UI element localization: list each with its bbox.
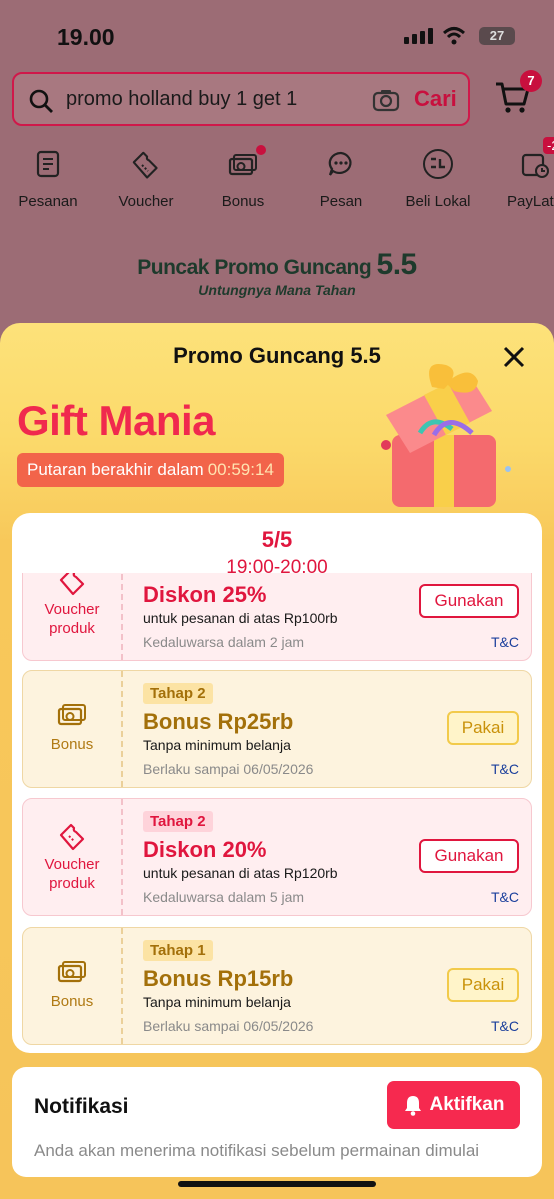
paylater-icon — [521, 153, 549, 178]
cart-button[interactable]: 7 — [494, 70, 542, 119]
cash-icon — [228, 154, 257, 176]
cash-icon — [57, 704, 86, 726]
stage-badge: Tahap 2 — [143, 683, 213, 704]
voucher-condition: Tanpa minimum belanja — [143, 737, 291, 753]
status-time: 19.00 — [57, 24, 115, 50]
notification-dot — [256, 145, 266, 155]
notification-title: Notifikasi — [34, 1095, 129, 1118]
gift-box-icon — [381, 363, 511, 507]
ticket-icon — [59, 823, 85, 851]
quick-item-label: PayLater — [507, 193, 554, 210]
cart-badge: 7 — [520, 70, 542, 92]
tc-link[interactable]: T&C — [491, 761, 519, 777]
voucher-type-label: Voucher produk — [44, 601, 100, 637]
use-bonus-button[interactable]: Pakai — [447, 711, 519, 745]
quick-item-paylater[interactable]: -20 PayLater — [491, 137, 554, 210]
quick-item-label: Pesanan — [18, 193, 78, 210]
voucher-condition: Tanpa minimum belanja — [143, 994, 291, 1010]
promo-banner[interactable]: Puncak Promo Guncang 5.5 Untungnya Mana … — [132, 248, 422, 308]
search-bar[interactable]: promo holland buy 1 get 1 Cari — [12, 72, 470, 126]
battery-icon: 27 — [479, 27, 515, 45]
search-icon — [29, 89, 53, 113]
order-list-icon — [36, 150, 60, 178]
voucher-list[interactable]: Voucher produk Diskon 25% untuk pesanan … — [12, 573, 542, 1053]
activate-notification-button[interactable]: Aktifkan — [387, 1081, 520, 1129]
tc-link[interactable]: T&C — [491, 634, 519, 650]
voucher-amount: Bonus Rp15rb — [143, 966, 294, 991]
use-bonus-button[interactable]: Pakai — [447, 968, 519, 1002]
stage-badge: Tahap 2 — [143, 811, 213, 832]
activate-button-label: Aktifkan — [429, 1094, 505, 1115]
quick-item-beli-lokal[interactable]: Beli Lokal — [393, 145, 483, 210]
quick-item-pesan[interactable]: Pesan — [296, 145, 386, 210]
ticket-icon — [59, 573, 85, 596]
round-timer: Putaran berakhir dalam 00:59:14 — [17, 453, 284, 487]
gift-mania-sheet: Promo Guncang 5.5 Gift Mania Putaran ber… — [0, 323, 554, 1199]
status-bar: 19.00 27 — [0, 22, 554, 52]
banner-title-b: Promo Guncang — [214, 256, 372, 279]
voucher-expiry: Berlaku sampai 06/05/2026 — [143, 761, 314, 777]
voucher-amount: Diskon 25% — [143, 582, 267, 607]
gift-mania-headline: Gift Mania — [17, 397, 216, 444]
voucher-card: 5/5 19:00-20:00 Voucher produk Diskon 25… — [12, 513, 542, 1053]
quick-item-pesanan[interactable]: Pesanan — [3, 145, 93, 210]
paylater-badge: -20 — [543, 137, 554, 154]
wifi-icon — [442, 27, 466, 45]
voucher-condition: untuk pesanan di atas Rp100rb — [143, 610, 338, 626]
voucher-type-label: Bonus — [50, 736, 94, 753]
tc-link[interactable]: T&C — [491, 1018, 519, 1034]
home-indicator[interactable] — [178, 1181, 376, 1187]
round-indicator: 5/5 — [261, 527, 293, 552]
tc-link[interactable]: T&C — [491, 889, 519, 905]
camera-icon[interactable] — [372, 88, 400, 112]
voucher-amount: Bonus Rp25rb — [143, 709, 294, 734]
quick-item-bonus[interactable]: Bonus — [198, 145, 288, 210]
voucher-expiry: Kedaluwarsa dalam 2 jam — [143, 634, 305, 650]
voucher-type-label: Bonus — [50, 993, 94, 1010]
timer-value: 00:59:14 — [207, 460, 274, 479]
banner-title-a: Puncak — [137, 256, 209, 279]
ticket-icon — [132, 151, 158, 179]
voucher-amount: Diskon 20% — [143, 837, 267, 862]
quick-item-label: Bonus — [221, 193, 265, 210]
quick-item-voucher[interactable]: Voucher — [101, 145, 191, 210]
cellular-signal-icon — [404, 28, 433, 44]
voucher-condition: untuk pesanan di atas Rp120rb — [143, 865, 338, 881]
banner-title-num: 5.5 — [376, 248, 418, 281]
banner-tagline: Untungnya Mana Tahan — [198, 282, 356, 298]
use-voucher-button[interactable]: Gunakan — [419, 839, 519, 873]
voucher-expiry: Berlaku sampai 06/05/2026 — [143, 1018, 314, 1034]
background-page: 19.00 27 promo holland buy 1 get 1 Cari … — [0, 0, 554, 360]
bell-icon — [404, 1096, 421, 1116]
stage-badge: Tahap 1 — [143, 940, 213, 961]
beli-lokal-icon — [423, 149, 453, 179]
cash-icon — [57, 961, 86, 983]
notification-description: Anda akan menerima notifikasi sebelum pe… — [34, 1141, 480, 1160]
voucher-item: Voucher produk Tahap 2 Diskon 20% untuk … — [22, 798, 532, 916]
search-input[interactable]: promo holland buy 1 get 1 — [66, 88, 297, 111]
chat-bubble-icon — [328, 151, 352, 176]
quick-item-label: Voucher — [118, 193, 174, 210]
notification-panel: Notifikasi Aktifkan Anda akan menerima n… — [12, 1067, 542, 1177]
quick-item-label: Pesan — [319, 193, 363, 210]
voucher-expiry: Kedaluwarsa dalam 5 jam — [143, 889, 305, 905]
voucher-type-label: Voucher produk — [44, 856, 100, 892]
use-voucher-button[interactable]: Gunakan — [419, 584, 519, 618]
quick-item-label: Beli Lokal — [405, 193, 471, 210]
timer-label: Putaran berakhir dalam — [27, 460, 204, 479]
search-submit-button[interactable]: Cari — [414, 86, 457, 112]
voucher-item: Bonus Tahap 1 Bonus Rp15rb Tanpa minimum… — [22, 927, 532, 1045]
voucher-item: Bonus Tahap 2 Bonus Rp25rb Tanpa minimum… — [22, 670, 532, 788]
voucher-item: Voucher produk Diskon 25% untuk pesanan … — [22, 573, 532, 661]
quick-menu: Pesanan Voucher Bonus Pesan Beli Lokal -… — [0, 137, 554, 215]
